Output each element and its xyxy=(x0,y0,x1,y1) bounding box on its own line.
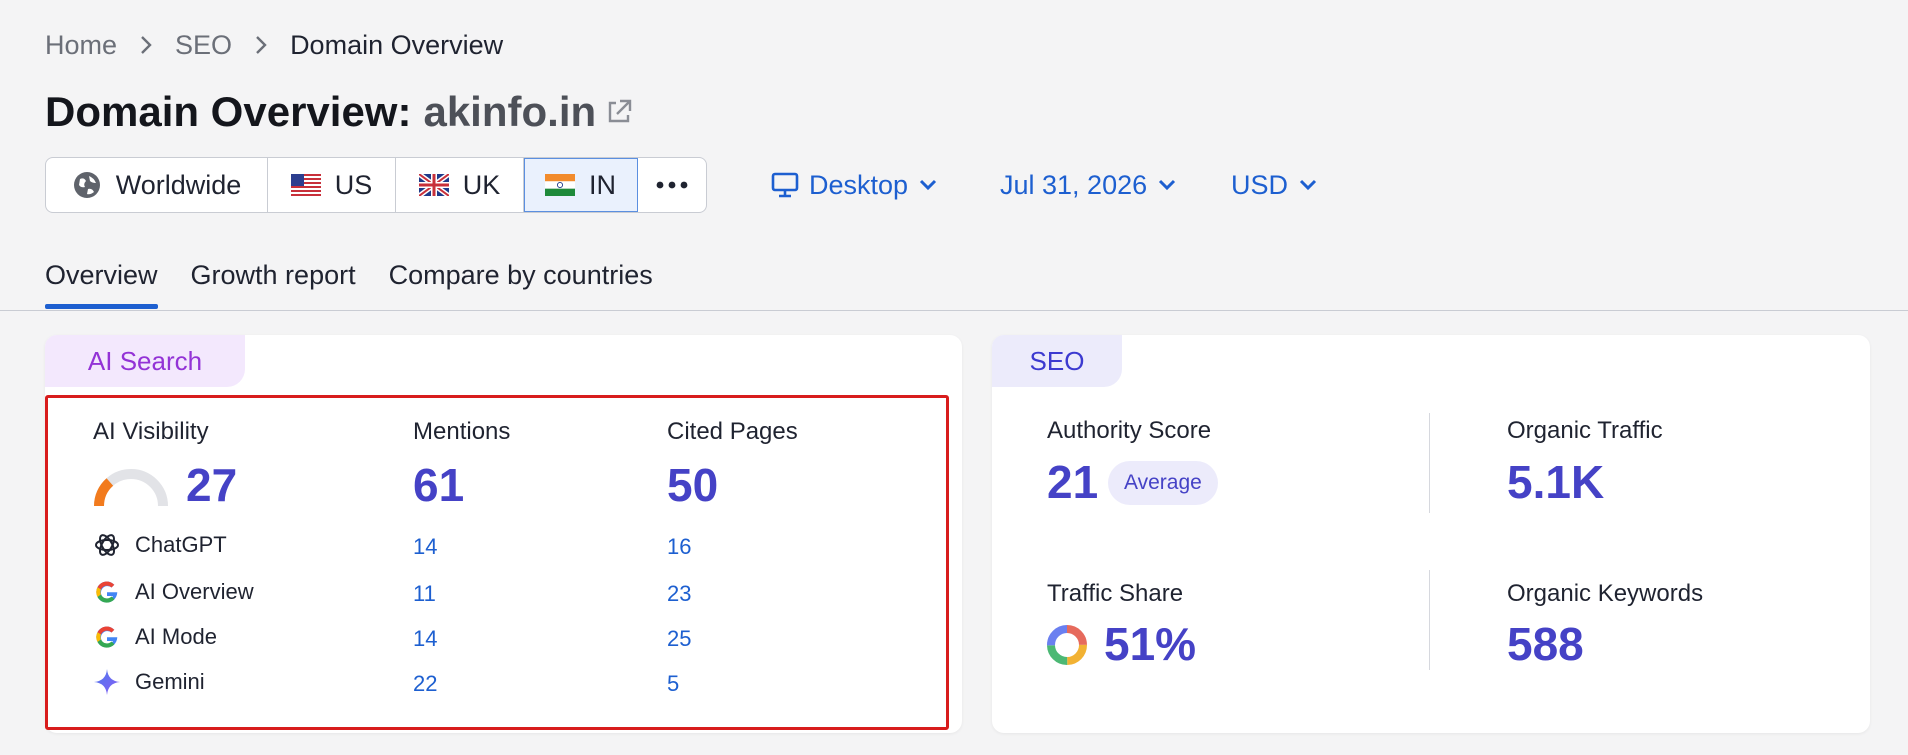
ai-visibility-gauge xyxy=(93,466,169,510)
breadcrumb-home[interactable]: Home xyxy=(45,30,117,61)
row-label-gemini: Gemini xyxy=(135,669,205,694)
gemini-mentions[interactable]: 22 xyxy=(413,671,437,697)
india-flag-icon xyxy=(545,174,575,196)
seo-divider-top xyxy=(1429,413,1430,513)
seo-card: SEO Authority Score 21 Average Organic T… xyxy=(992,335,1870,733)
breadcrumb-current: Domain Overview xyxy=(290,29,504,60)
date-label: Jul 31, 2026 xyxy=(1000,169,1148,200)
ai-visibility-header: AI Visibility xyxy=(93,418,209,445)
globe-icon xyxy=(72,170,102,200)
more-regions-button[interactable] xyxy=(638,158,706,212)
more-dots-icon xyxy=(656,181,688,189)
row-label-ai-mode: AI Mode xyxy=(135,624,217,649)
row-gemini: Gemini xyxy=(93,668,205,696)
tab-bar: Overview Growth report Compare by countr… xyxy=(45,253,653,309)
device-dropdown[interactable]: Desktop xyxy=(771,157,938,213)
chatgpt-mentions[interactable]: 14 xyxy=(413,534,437,560)
chevron-down-icon xyxy=(918,178,938,192)
chatgpt-cited[interactable]: 16 xyxy=(667,534,691,560)
device-label: Desktop xyxy=(809,169,909,200)
authority-score-badge: Average xyxy=(1108,461,1218,505)
region-worldwide-button[interactable]: Worldwide xyxy=(46,158,268,212)
traffic-share-label: Traffic Share xyxy=(1047,580,1184,607)
mentions-total[interactable]: 61 xyxy=(413,458,464,512)
chevron-down-icon xyxy=(1157,178,1177,192)
desktop-icon xyxy=(771,171,799,199)
row-label-chatgpt: ChatGPT xyxy=(135,532,227,557)
breadcrumb-seo[interactable]: SEO xyxy=(175,30,232,61)
region-us-label: US xyxy=(334,169,373,200)
tab-compare-by-countries[interactable]: Compare by countries xyxy=(389,253,653,309)
tab-growth-report[interactable]: Growth report xyxy=(191,253,356,309)
ai-overview-mentions[interactable]: 11 xyxy=(413,581,436,607)
region-in-button[interactable]: IN xyxy=(524,158,638,212)
region-uk-label: UK xyxy=(462,169,501,200)
ai-search-card: AI Search AI Visibility Mentions Cited P… xyxy=(45,335,962,733)
seo-label: SEO xyxy=(992,335,1122,387)
ai-mode-mentions[interactable]: 14 xyxy=(413,626,437,652)
domain-name: akinfo.in xyxy=(423,88,597,135)
chatgpt-icon xyxy=(93,531,121,559)
chevron-right-icon xyxy=(139,35,153,55)
ai-search-label: AI Search xyxy=(45,335,245,387)
ai-overview-cited[interactable]: 23 xyxy=(667,581,691,607)
chevron-down-icon xyxy=(1298,178,1318,192)
organic-traffic-label: Organic Traffic xyxy=(1507,417,1663,444)
uk-flag-icon xyxy=(418,174,449,196)
organic-keywords-label: Organic Keywords xyxy=(1507,580,1704,607)
breadcrumb: Home SEO Domain Overview xyxy=(45,28,503,62)
chevron-right-icon xyxy=(254,35,268,55)
currency-dropdown[interactable]: USD xyxy=(1231,157,1318,213)
gemini-cited[interactable]: 5 xyxy=(667,671,679,697)
region-us-button[interactable]: US xyxy=(268,158,396,212)
ai-visibility-value[interactable]: 27 xyxy=(186,458,237,512)
row-ai-mode: AI Mode xyxy=(93,623,217,651)
tab-divider xyxy=(0,310,1908,311)
cited-pages-header: Cited Pages xyxy=(667,418,798,445)
row-chatgpt: ChatGPT xyxy=(93,531,227,559)
region-worldwide-label: Worldwide xyxy=(115,169,242,200)
authority-score-label: Authority Score xyxy=(1047,417,1212,444)
us-flag-icon xyxy=(290,174,321,196)
region-selector: Worldwide US UK IN xyxy=(45,157,707,213)
seo-divider-bottom xyxy=(1429,570,1430,670)
row-label-ai-overview: AI Overview xyxy=(135,579,254,604)
row-ai-overview: AI Overview xyxy=(93,578,254,606)
date-dropdown[interactable]: Jul 31, 2026 xyxy=(1000,157,1177,213)
gemini-icon xyxy=(93,668,121,696)
cited-pages-total[interactable]: 50 xyxy=(667,458,718,512)
traffic-share-value[interactable]: 51% xyxy=(1104,617,1196,671)
external-link-icon[interactable] xyxy=(604,97,634,127)
organic-traffic-value[interactable]: 5.1K xyxy=(1507,455,1604,509)
mentions-header: Mentions xyxy=(413,418,511,445)
page-title-prefix: Domain Overview: xyxy=(45,88,412,135)
currency-label: USD xyxy=(1231,169,1289,200)
region-in-label: IN xyxy=(589,169,616,200)
ai-search-highlight-box: AI Visibility Mentions Cited Pages 27 61… xyxy=(45,395,949,730)
tab-overview[interactable]: Overview xyxy=(45,253,158,309)
region-uk-button[interactable]: UK xyxy=(396,158,524,212)
organic-keywords-value[interactable]: 588 xyxy=(1507,617,1584,671)
traffic-share-donut-icon xyxy=(1045,623,1089,667)
authority-score-value[interactable]: 21 xyxy=(1047,455,1098,509)
page-title: Domain Overview: akinfo.in xyxy=(45,84,634,140)
google-icon xyxy=(93,623,121,651)
google-icon xyxy=(93,578,121,606)
ai-mode-cited[interactable]: 25 xyxy=(667,626,691,652)
